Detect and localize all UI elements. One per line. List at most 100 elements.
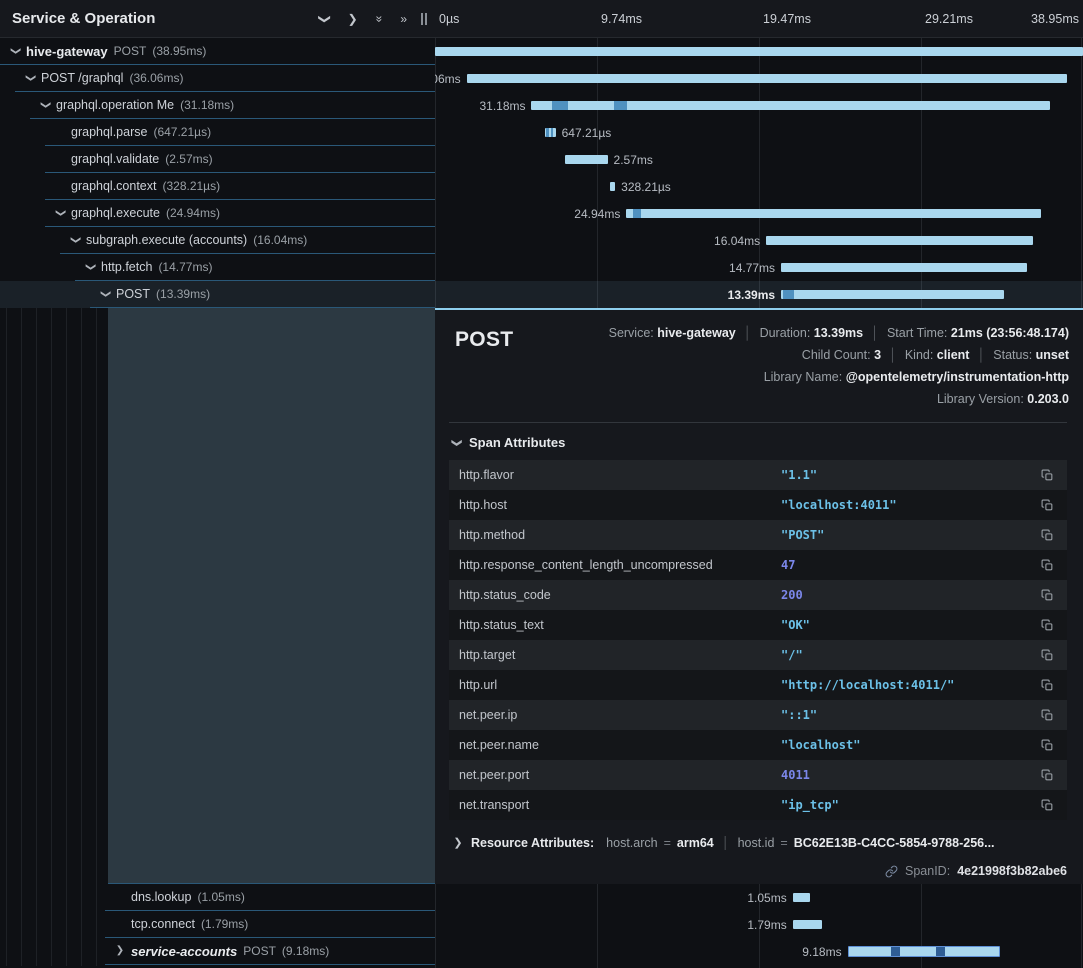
tick-label: 0µs xyxy=(439,12,459,26)
span-name: service-accounts xyxy=(131,944,237,959)
span-name: graphql.validate xyxy=(71,152,159,166)
copy-icon[interactable] xyxy=(1037,705,1057,725)
attribute-row: net.peer.port4011 xyxy=(449,760,1067,790)
copy-icon[interactable] xyxy=(1037,795,1057,815)
span-row[interactable]: dns.lookup(1.05ms)1.05ms xyxy=(0,884,1083,911)
resource-attributes-pairs: host.arch=arm64│host.id=BC62E13B-C4CC-58… xyxy=(606,836,994,850)
chevron-down-icon[interactable]: ❯ xyxy=(100,289,110,299)
span-row[interactable]: graphql.context(328.21µs)328.21µs xyxy=(0,173,1083,200)
span-row[interactable]: ❯graphql.operation Me(31.18ms)31.18ms xyxy=(0,92,1083,119)
copy-icon[interactable] xyxy=(1037,555,1057,575)
equals-sign: = xyxy=(780,836,787,850)
span-tree-cell: ❯service-accountsPOST(9.18ms) xyxy=(0,938,435,965)
span-bar[interactable] xyxy=(793,893,810,902)
chevron-right-icon[interactable]: ❯ xyxy=(115,946,125,956)
span-row[interactable]: ❯graphql.execute(24.94ms)24.94ms xyxy=(0,200,1083,227)
span-row[interactable]: ❯POST /graphql(36.06ms)36.06ms xyxy=(0,65,1083,92)
attribute-key: http.url xyxy=(459,678,781,692)
span-bar[interactable] xyxy=(626,209,1041,218)
expand-deep-icon[interactable]: » xyxy=(400,13,407,25)
copy-icon[interactable] xyxy=(1037,675,1057,695)
panel-resize-handle[interactable] xyxy=(419,9,429,29)
span-row[interactable]: ❯hive-gatewayPOST(38.95ms)38.95ms xyxy=(0,38,1083,65)
tree-header-icons: ❯ ❯ » » xyxy=(320,13,408,25)
span-operation: POST xyxy=(114,44,147,58)
span-name: POST /graphql xyxy=(41,71,123,85)
resource-key: host.id xyxy=(738,836,775,850)
span-detail-title: POST xyxy=(447,320,513,352)
copy-icon[interactable] xyxy=(1037,525,1057,545)
span-bar[interactable] xyxy=(531,101,1050,110)
duration-label: 328.21µs xyxy=(621,180,671,194)
span-attributes-toggle[interactable]: ❯ Span Attributes xyxy=(451,435,1069,450)
span-bar-cell: 13.39ms xyxy=(435,281,1083,308)
span-row[interactable]: ❯subgraph.execute (accounts)(16.04ms)16.… xyxy=(0,227,1083,254)
duration-label: 14.77ms xyxy=(729,261,775,275)
span-duration: (1.05ms) xyxy=(197,890,244,904)
attribute-row: http.status_text"OK" xyxy=(449,610,1067,640)
meta-value: 0.203.0 xyxy=(1027,392,1069,406)
span-name: subgraph.execute (accounts) xyxy=(86,233,247,247)
span-name: POST xyxy=(116,287,150,301)
bar-segment xyxy=(614,101,627,110)
meta-value: 13.39ms xyxy=(814,326,863,340)
span-row[interactable]: ❯http.fetch(14.77ms)14.77ms xyxy=(0,254,1083,281)
span-bar[interactable] xyxy=(435,47,1083,56)
duration-label: 2.57ms xyxy=(614,153,653,167)
divider xyxy=(449,422,1067,423)
copy-icon[interactable] xyxy=(1037,495,1057,515)
separator: │ xyxy=(744,326,752,340)
bar-segment xyxy=(633,209,641,218)
chevron-down-icon[interactable]: ❯ xyxy=(25,73,35,83)
span-row[interactable]: graphql.validate(2.57ms)2.57ms xyxy=(0,146,1083,173)
span-bar[interactable] xyxy=(565,155,608,164)
attribute-value: 200 xyxy=(781,588,1037,602)
collapse-all-icon[interactable]: ❯ xyxy=(319,13,331,23)
chevron-down-icon[interactable]: ❯ xyxy=(85,262,95,272)
attribute-key: net.peer.name xyxy=(459,738,781,752)
span-bar-cell: 328.21µs xyxy=(435,173,1083,200)
meta-value: unset xyxy=(1036,348,1069,362)
span-tree-cell: ❯subgraph.execute (accounts)(16.04ms) xyxy=(0,227,435,254)
duration-label: 16.04ms xyxy=(714,234,760,248)
attribute-key: http.method xyxy=(459,528,781,542)
span-bar[interactable] xyxy=(793,920,823,929)
span-name: graphql.execute xyxy=(71,206,160,220)
meta-label: Duration: xyxy=(760,326,814,340)
chevron-down-icon[interactable]: ❯ xyxy=(70,235,80,245)
span-bar[interactable] xyxy=(848,946,1001,957)
collapse-deep-icon[interactable]: » xyxy=(373,15,385,22)
mid-section: POST Service: hive-gateway│Duration: 13.… xyxy=(0,308,1083,884)
copy-icon[interactable] xyxy=(1037,585,1057,605)
copy-icon[interactable] xyxy=(1037,735,1057,755)
meta-label: Status: xyxy=(993,348,1035,362)
copy-icon[interactable] xyxy=(1037,645,1057,665)
span-row[interactable]: ❯service-accountsPOST(9.18ms)9.18ms xyxy=(0,938,1083,965)
span-bar[interactable] xyxy=(545,128,556,137)
span-tree-cell: ❯hive-gatewayPOST(38.95ms) xyxy=(0,38,435,65)
timeline-ruler: 0µs9.74ms19.47ms29.21ms38.95ms xyxy=(435,0,1083,37)
chevron-down-icon[interactable]: ❯ xyxy=(55,208,65,218)
resource-attributes-row[interactable]: ❯ Resource Attributes: host.arch=arm64│h… xyxy=(453,836,1065,850)
copy-icon[interactable] xyxy=(1037,615,1057,635)
span-bar[interactable] xyxy=(781,290,1004,299)
copy-icon[interactable] xyxy=(1037,765,1057,785)
span-row[interactable]: graphql.parse(647.21µs)647.21µs xyxy=(0,119,1083,146)
meta-value: 3 xyxy=(874,348,881,362)
span-bar[interactable] xyxy=(781,263,1027,272)
expand-all-icon[interactable]: ❯ xyxy=(348,13,358,25)
span-row[interactable]: tcp.connect(1.79ms)1.79ms xyxy=(0,911,1083,938)
span-bar[interactable] xyxy=(467,74,1067,83)
span-bar[interactable] xyxy=(766,236,1033,245)
chevron-down-icon[interactable]: ❯ xyxy=(10,46,20,56)
separator: │ xyxy=(871,326,879,340)
chevron-down-icon[interactable]: ❯ xyxy=(40,100,50,110)
span-tree-cell: dns.lookup(1.05ms) xyxy=(0,884,435,911)
span-row[interactable]: ❯POST(13.39ms)13.39ms xyxy=(0,281,1083,308)
copy-icon[interactable] xyxy=(1037,465,1057,485)
span-duration: (9.18ms) xyxy=(282,944,329,958)
span-bar[interactable] xyxy=(610,182,615,191)
link-icon[interactable] xyxy=(885,865,898,878)
bar-segment xyxy=(552,101,568,110)
duration-label: 647.21µs xyxy=(562,126,612,140)
